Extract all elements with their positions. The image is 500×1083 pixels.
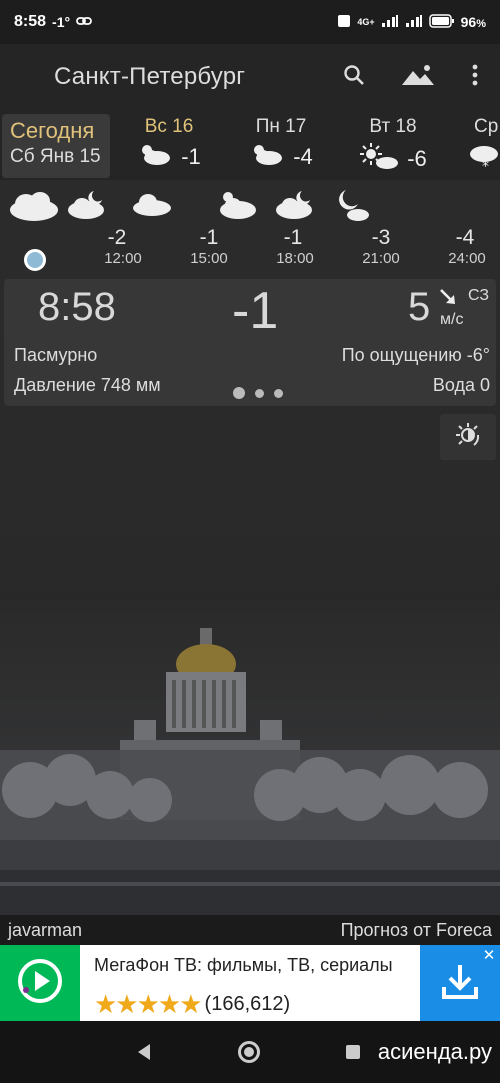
tab-day-4[interactable]: Ср * <box>464 116 500 178</box>
cloud-icon <box>6 188 60 227</box>
hour-time: 24:00 <box>448 250 486 267</box>
feels-like: По ощущению -6° <box>341 345 490 365</box>
download-icon <box>440 961 480 1006</box>
network-type: 4G+ <box>357 17 375 27</box>
cloud-sun-icon <box>249 142 285 172</box>
hourly-forecast: -2 12:00 -1 15:00 -1 18:00 -3 21:00 -4 2… <box>0 180 500 272</box>
hour-time: 12:00 <box>104 250 142 267</box>
photo-author[interactable]: javarman <box>8 920 82 941</box>
tab-day-1[interactable]: Вс 16 -1 <box>124 116 214 178</box>
day-name: Ср <box>474 116 499 137</box>
wind-direction-arrow-icon <box>438 287 458 312</box>
footer-bar: javarman Прогноз от Foreca <box>0 915 500 945</box>
current-time: 8:58 <box>38 285 116 329</box>
water-temp: Вода 0 <box>432 375 490 395</box>
pressure: Давление 748 мм <box>14 375 161 395</box>
tab-day-2[interactable]: Пн 17 -4 <box>236 116 326 178</box>
today-label: Сегодня <box>10 118 95 143</box>
hour-time: 15:00 <box>190 250 228 267</box>
wind-direction: СЗ <box>468 287 490 304</box>
play-icon <box>17 958 63 1009</box>
cloud-sun-icon <box>137 142 173 172</box>
cloud-moon-icon <box>274 188 318 227</box>
search-button[interactable] <box>322 52 386 102</box>
wind-unit: м/с <box>440 311 464 328</box>
ad-download-button[interactable]: ✕ <box>420 945 500 1021</box>
more-button[interactable] <box>450 52 500 102</box>
moon-cloud-icon <box>332 188 372 227</box>
day-name: Вт 18 <box>369 116 417 137</box>
rating-count: (166,612) <box>204 993 291 1015</box>
page-indicator <box>233 387 283 399</box>
ad-banner[interactable]: МегаФон ТВ: фильмы, ТВ, сериалы ★★★★★ (1… <box>0 945 500 1021</box>
page-dot <box>274 388 283 398</box>
hour-temp: -2 <box>107 226 127 249</box>
brightness-icon <box>454 421 482 454</box>
cloud-sun-icon <box>216 188 258 227</box>
day-temp: -4 <box>293 144 313 169</box>
snow-cloud-icon: * <box>464 142 500 178</box>
forecast-credit[interactable]: Прогноз от Foreca <box>341 920 492 941</box>
day-name: Пн 17 <box>255 116 307 137</box>
hour-temp: -4 <box>455 226 475 249</box>
landscape-icon <box>400 64 436 91</box>
ad-app-logo <box>0 945 80 1021</box>
more-vertical-icon <box>472 64 478 91</box>
home-icon[interactable] <box>238 1041 260 1063</box>
battery-icon <box>428 13 455 31</box>
page-dot-active <box>233 387 245 399</box>
page-dot <box>255 388 264 398</box>
hour-temp: -3 <box>371 226 391 249</box>
status-bar: 8:58 -1° 4G+ 96% <box>0 0 500 44</box>
cloud-icon <box>130 188 172 223</box>
link-icon <box>76 13 92 31</box>
hour-time: 21:00 <box>362 250 400 267</box>
svg-text:*: * <box>482 159 489 172</box>
background-button[interactable] <box>386 52 450 102</box>
city-title[interactable]: Санкт-Петербург <box>54 63 245 91</box>
system-nav-bar: асиенда.ру <box>0 1021 500 1083</box>
day-tabs: Сегодня Сб Янв 15 Вс 16 -1 Пн 17 -4 Вт 1… <box>0 110 500 180</box>
hour-temp: -1 <box>283 226 303 249</box>
signal-icon <box>381 14 399 31</box>
battery-unit: % <box>476 18 486 30</box>
cloud-moon-icon <box>66 188 110 227</box>
city-photo <box>0 600 500 915</box>
search-icon <box>343 64 365 91</box>
ad-title: МегаФон ТВ: фильмы, ТВ, сериалы <box>94 955 393 975</box>
day-name: Вс 16 <box>144 116 194 137</box>
watermark: асиенда.ру <box>377 1039 492 1064</box>
ad-close-icon[interactable]: ✕ <box>480 947 498 965</box>
status-temp: -1° <box>52 14 71 30</box>
status-time: 8:58 <box>14 13 47 30</box>
app-bar: Санкт-Петербург <box>0 44 500 110</box>
volte-icon <box>337 14 351 31</box>
wind-speed: 5 <box>408 285 431 329</box>
hour-time: 18:00 <box>276 250 314 267</box>
back-icon[interactable] <box>136 1043 152 1066</box>
tab-day-3[interactable]: Вт 18 -6 <box>348 116 438 178</box>
rating-stars-icon: ★★★★★ <box>94 989 203 1019</box>
condition-text: Пасмурно <box>14 345 98 365</box>
battery-level: 96 <box>460 14 477 30</box>
theme-toggle-button[interactable] <box>440 414 496 460</box>
current-temp: -1 <box>232 282 279 340</box>
ad-rating: ★★★★★ (166,612) <box>94 989 290 1020</box>
hour-temp: -1 <box>199 226 219 249</box>
current-conditions-card[interactable]: 8:58 -1 5 СЗ м/с Пасмурно По ощущению -6… <box>4 279 496 406</box>
recent-apps-icon[interactable] <box>346 1045 360 1059</box>
day-temp: -6 <box>407 146 427 171</box>
sun-cloud-icon <box>359 142 399 176</box>
today-date: Сб Янв 15 <box>10 146 101 167</box>
day-temp: -1 <box>181 144 201 169</box>
current-time-marker <box>24 249 46 271</box>
tab-today[interactable]: Сегодня Сб Янв 15 <box>2 114 110 178</box>
signal-icon-2 <box>405 14 423 31</box>
